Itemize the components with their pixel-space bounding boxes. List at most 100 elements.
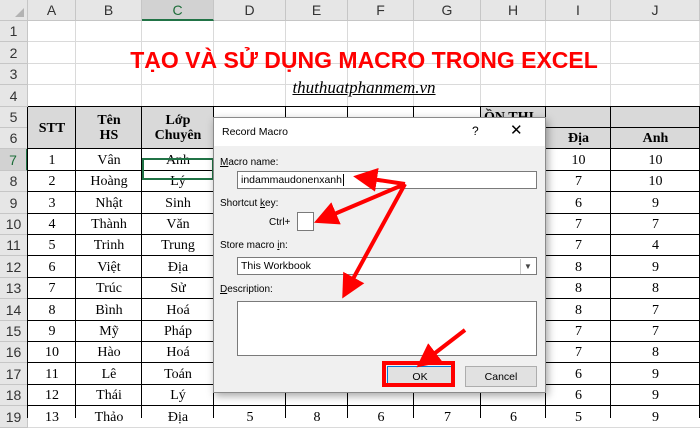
row-header-6[interactable]: 6 xyxy=(0,128,28,149)
table-cell[interactable]: 9 xyxy=(611,192,700,214)
table-cell[interactable]: 8 xyxy=(546,278,611,299)
table-cell[interactable]: Văn xyxy=(142,214,214,235)
table-cell[interactable]: 7 xyxy=(546,171,611,192)
table-cell[interactable]: 12 xyxy=(28,385,76,406)
table-cell[interactable]: 7 xyxy=(546,214,611,235)
row-header-12[interactable]: 12 xyxy=(0,256,28,278)
table-cell[interactable]: 1 xyxy=(28,149,76,171)
table-cell[interactable]: 9 xyxy=(611,363,700,385)
table-cell[interactable]: 4 xyxy=(611,235,700,256)
table-cell[interactable]: 5 xyxy=(28,235,76,256)
table-cell[interactable]: Lê xyxy=(76,363,142,385)
row-header-2[interactable]: 2 xyxy=(0,42,28,64)
table-cell[interactable]: Hào xyxy=(76,342,142,363)
table-cell[interactable]: Địa xyxy=(142,256,214,278)
row-header-3[interactable]: 3 xyxy=(0,64,28,85)
column-header-j[interactable]: J xyxy=(611,0,700,21)
table-cell[interactable]: 8 xyxy=(286,406,348,428)
table-cell[interactable]: 5 xyxy=(214,406,286,428)
row-header-8[interactable]: 8 xyxy=(0,171,28,192)
table-cell[interactable]: 7 xyxy=(546,342,611,363)
description-textarea[interactable] xyxy=(237,301,537,356)
table-cell[interactable]: Pháp xyxy=(142,321,214,342)
table-cell[interactable]: 7 xyxy=(546,321,611,342)
table-cell[interactable]: 11 xyxy=(28,363,76,385)
row-header-4[interactable]: 4 xyxy=(0,85,28,107)
table-cell[interactable]: 7 xyxy=(414,406,481,428)
table-cell[interactable]: 10 xyxy=(611,149,700,171)
column-header-a[interactable]: A xyxy=(28,0,76,21)
close-icon[interactable]: ✕ xyxy=(510,121,523,139)
table-cell[interactable]: 8 xyxy=(546,256,611,278)
table-cell[interactable]: Hoàng xyxy=(76,171,142,192)
table-cell[interactable]: Vân xyxy=(76,149,142,171)
table-cell[interactable]: 8 xyxy=(611,278,700,299)
row-header-15[interactable]: 15 xyxy=(0,321,28,342)
table-cell[interactable]: 6 xyxy=(546,385,611,406)
table-cell[interactable]: 5 xyxy=(546,406,611,428)
table-cell[interactable]: Sử xyxy=(142,278,214,299)
row-header-17[interactable]: 17 xyxy=(0,363,28,385)
row-header-19[interactable]: 19 xyxy=(0,406,28,428)
table-cell[interactable]: Nhật xyxy=(76,192,142,214)
table-cell[interactable]: 6 xyxy=(546,363,611,385)
chevron-down-icon[interactable]: ▼ xyxy=(520,259,535,274)
table-cell[interactable]: 7 xyxy=(611,214,700,235)
cancel-button[interactable]: Cancel xyxy=(465,366,537,387)
table-cell[interactable]: 10 xyxy=(546,149,611,171)
row-header-10[interactable]: 10 xyxy=(0,214,28,235)
row-header-9[interactable]: 9 xyxy=(0,192,28,214)
table-cell[interactable]: 3 xyxy=(28,192,76,214)
column-header-d[interactable]: D xyxy=(214,0,286,21)
row-header-1[interactable]: 1 xyxy=(0,21,28,42)
row-header-16[interactable]: 16 xyxy=(0,342,28,363)
table-cell[interactable]: Hoá xyxy=(142,299,214,321)
row-header-11[interactable]: 11 xyxy=(0,235,28,256)
table-cell[interactable]: 10 xyxy=(28,342,76,363)
column-header-h[interactable]: H xyxy=(481,0,546,21)
table-cell[interactable]: Sinh xyxy=(142,192,214,214)
table-cell[interactable]: 7 xyxy=(546,235,611,256)
active-cell-c7[interactable] xyxy=(142,158,214,180)
column-header-b[interactable]: B xyxy=(76,0,142,21)
column-header-f[interactable]: F xyxy=(348,0,414,21)
row-header-14[interactable]: 14 xyxy=(0,299,28,321)
table-cell[interactable]: 7 xyxy=(28,278,76,299)
table-cell[interactable]: Trúc xyxy=(76,278,142,299)
table-cell[interactable]: 6 xyxy=(28,256,76,278)
table-cell[interactable]: Mỹ xyxy=(76,321,142,342)
table-cell[interactable]: Bình xyxy=(76,299,142,321)
row-header-18[interactable]: 18 xyxy=(0,385,28,406)
table-cell[interactable]: 4 xyxy=(28,214,76,235)
table-cell[interactable]: Lý xyxy=(142,385,214,406)
table-cell[interactable]: Việt xyxy=(76,256,142,278)
table-cell[interactable]: 9 xyxy=(611,256,700,278)
store-macro-select[interactable]: This Workbook ▼ xyxy=(237,257,537,275)
table-cell[interactable]: Trung xyxy=(142,235,214,256)
column-header-g[interactable]: G xyxy=(414,0,481,21)
help-button[interactable]: ? xyxy=(472,124,479,138)
table-cell[interactable]: Địa xyxy=(142,406,214,428)
select-all-corner[interactable] xyxy=(0,0,28,21)
table-cell[interactable]: Trinh xyxy=(76,235,142,256)
table-cell[interactable]: Thành xyxy=(76,214,142,235)
row-header-5[interactable]: 5 xyxy=(0,107,28,128)
table-cell[interactable]: 9 xyxy=(611,406,700,428)
table-cell[interactable]: Thảo xyxy=(76,406,142,428)
column-header-i[interactable]: I xyxy=(546,0,611,21)
table-cell[interactable]: 7 xyxy=(611,321,700,342)
table-cell[interactable]: 8 xyxy=(28,299,76,321)
table-cell[interactable]: 8 xyxy=(611,342,700,363)
row-header-7[interactable]: 7 xyxy=(0,149,28,171)
column-header-c[interactable]: C xyxy=(142,0,214,21)
row-header-13[interactable]: 13 xyxy=(0,278,28,299)
table-cell[interactable]: 2 xyxy=(28,171,76,192)
column-header-e[interactable]: E xyxy=(286,0,348,21)
table-cell[interactable]: Thái xyxy=(76,385,142,406)
table-cell[interactable]: Toán xyxy=(142,363,214,385)
table-cell[interactable]: 6 xyxy=(481,406,546,428)
table-cell[interactable]: 7 xyxy=(611,299,700,321)
table-cell[interactable]: 9 xyxy=(28,321,76,342)
table-cell[interactable]: 8 xyxy=(546,299,611,321)
macro-name-input[interactable]: indammaudonenxanh xyxy=(237,171,537,189)
